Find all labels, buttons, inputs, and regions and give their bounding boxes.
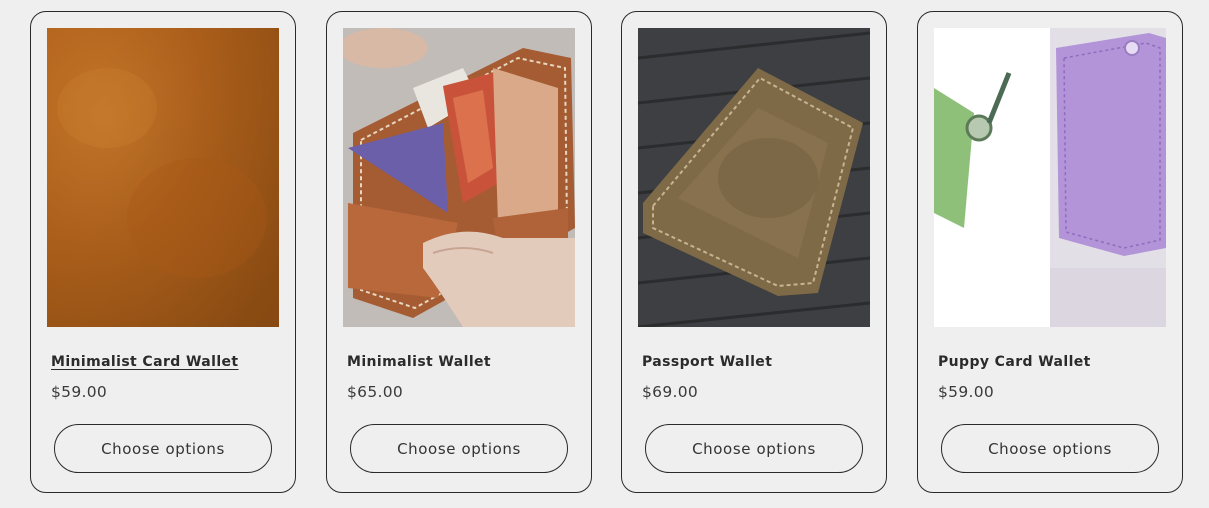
product-card: Puppy Card Wallet $59.00 Choose options xyxy=(917,11,1183,493)
product-image-puppy-card-wallet[interactable] xyxy=(934,28,1166,327)
choose-options-button[interactable]: Choose options xyxy=(941,424,1159,473)
product-card: Minimalist Card Wallet $59.00 Choose opt… xyxy=(30,11,296,493)
choose-options-button[interactable]: Choose options xyxy=(350,424,568,473)
product-price: $65.00 xyxy=(347,383,404,401)
product-image-passport-wallet[interactable] xyxy=(638,28,870,327)
product-title[interactable]: Minimalist Wallet xyxy=(347,354,491,370)
product-price: $59.00 xyxy=(938,383,995,401)
product-price: $59.00 xyxy=(51,383,108,401)
product-card: Passport Wallet $69.00 Choose options xyxy=(621,11,887,493)
product-title[interactable]: Puppy Card Wallet xyxy=(938,354,1091,370)
choose-options-button[interactable]: Choose options xyxy=(645,424,863,473)
product-image-minimalist-wallet[interactable] xyxy=(343,28,575,327)
product-grid: Minimalist Card Wallet $59.00 Choose opt… xyxy=(0,0,1209,508)
product-title[interactable]: Minimalist Card Wallet xyxy=(51,354,239,370)
product-title[interactable]: Passport Wallet xyxy=(642,354,772,370)
product-image-minimalist-card-wallet[interactable] xyxy=(47,28,279,327)
choose-options-button[interactable]: Choose options xyxy=(54,424,272,473)
product-price: $69.00 xyxy=(642,383,699,401)
product-card: Minimalist Wallet $65.00 Choose options xyxy=(326,11,592,493)
